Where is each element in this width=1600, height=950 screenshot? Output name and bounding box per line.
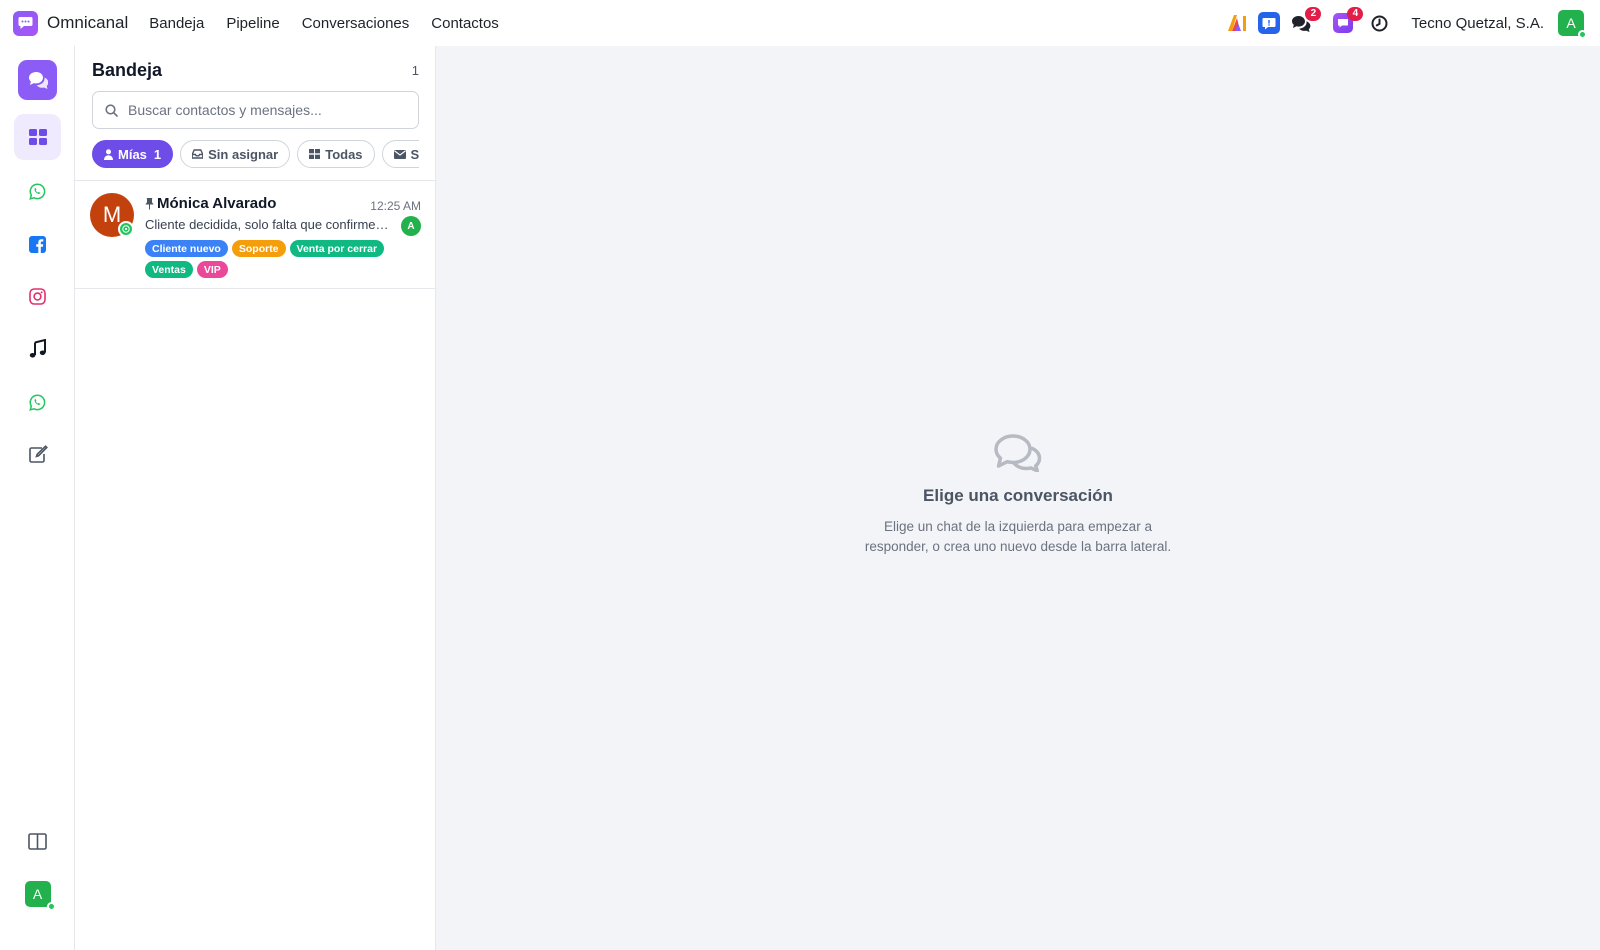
chats-badge: 2 (1305, 7, 1322, 21)
conversation-tags: Cliente nuevo Soporte Venta por cerrar V… (145, 240, 415, 282)
online-status-dot (1578, 30, 1587, 39)
assigned-agent-avatar: A (401, 216, 421, 236)
conversation-area: Elige una conversación Elige un chat de … (436, 46, 1600, 950)
dashboard-grid-icon (28, 129, 47, 145)
messenger-inbox-icon[interactable] (1258, 12, 1281, 34)
conversation-time: 12:25 AM (370, 199, 421, 213)
filter-all[interactable]: Todas (297, 140, 375, 168)
brand[interactable]: Omnicanal (13, 10, 129, 36)
whatsapp-icon (29, 182, 46, 200)
rail-facebook[interactable] (14, 221, 61, 267)
clock-icon[interactable] (1370, 14, 1388, 32)
instagram-icon (29, 287, 46, 305)
filter-mine-count: 1 (153, 146, 162, 162)
brand-name: Omnicanal (47, 13, 129, 32)
inbox-panel: Bandeja 1 Mías 1 Sin asignar Todas Sin l… (75, 46, 436, 950)
filter-unassigned[interactable]: Sin asignar (180, 140, 291, 168)
whatsapp-channel-icon (118, 221, 134, 237)
rail-new-conversation[interactable] (14, 431, 61, 477)
chats-icon[interactable]: 2 (1291, 7, 1322, 33)
rail-chat[interactable] (18, 60, 57, 100)
rail-toggle-panel[interactable] (14, 818, 61, 864)
rail-user-avatar[interactable]: A (14, 871, 61, 917)
user-avatar[interactable]: A (1558, 10, 1587, 39)
main-nav: Bandeja Pipeline Conversaciones Contacto… (149, 15, 521, 32)
rail-dashboard[interactable] (14, 114, 61, 160)
conversation-item[interactable]: M Mónica Alvarado 12:25 AM Cliente decid… (75, 181, 435, 289)
inbox-tray-icon (192, 149, 204, 159)
tag-ventas: Ventas (145, 261, 193, 278)
ai-assistant-icon[interactable] (1227, 13, 1247, 33)
search-box (92, 91, 419, 129)
search-input[interactable] (128, 102, 408, 118)
rail-whatsapp-2[interactable] (14, 379, 61, 425)
online-status-dot (46, 902, 56, 911)
filter-unread[interactable]: Sin leer (381, 140, 419, 168)
chat-bubble-logo-icon (13, 10, 38, 36)
filter-unread-label: Sin leer (410, 146, 419, 162)
nav-bandeja[interactable]: Bandeja (149, 15, 204, 32)
nav-contactos[interactable]: Contactos (431, 15, 499, 32)
channel-rail: A (0, 46, 75, 950)
empty-state: Elige una conversación Elige un chat de … (436, 434, 1600, 557)
messages-badge: 4 (1347, 7, 1364, 21)
top-navbar: Omnicanal Bandeja Pipeline Conversacione… (0, 0, 1600, 46)
empty-state-title: Elige una conversación (923, 486, 1113, 505)
split-view-icon (28, 832, 47, 850)
search-icon (105, 103, 118, 117)
user-avatar-initial: A (1566, 15, 1576, 31)
envelope-icon (393, 149, 406, 159)
tiktok-icon (29, 339, 46, 358)
company-name[interactable]: Tecno Quetzal, S.A. (1411, 15, 1544, 32)
inbox-title: Bandeja (92, 60, 163, 80)
pin-icon (145, 198, 154, 210)
conversation-bubbles-icon (994, 434, 1042, 472)
rail-avatar-initial: A (32, 886, 43, 902)
inbox-count: 1 (411, 63, 419, 78)
tag-soporte: Soporte (231, 240, 286, 257)
filter-all-label: Todas (325, 146, 363, 162)
compose-chat-icon (28, 72, 48, 89)
header-actions: 2 4 Tecno Quetzal, S.A. A (1227, 0, 1600, 46)
tag-vip: VIP (196, 261, 228, 278)
grid-icon (309, 149, 321, 159)
rail-instagram[interactable] (14, 273, 61, 319)
conversation-preview: Cliente decidida, solo falta que confirm… (145, 217, 391, 232)
nav-pipeline[interactable]: Pipeline (226, 15, 279, 32)
rail-whatsapp[interactable] (14, 168, 61, 214)
filter-mine-label: Mías (118, 146, 147, 162)
user-icon (104, 148, 113, 160)
contact-name: Mónica Alvarado (157, 195, 277, 212)
filter-chips: Mías 1 Sin asignar Todas Sin leer (92, 140, 419, 168)
contact-name-row: Mónica Alvarado (145, 195, 276, 212)
avatar: A (24, 881, 56, 911)
edit-note-icon (28, 445, 48, 463)
tag-cliente-nuevo: Cliente nuevo (145, 240, 228, 257)
filter-mine[interactable]: Mías 1 (92, 140, 174, 168)
tag-venta-por-cerrar: Venta por cerrar (289, 240, 385, 257)
nav-conversaciones[interactable]: Conversaciones (302, 15, 410, 32)
rail-tiktok[interactable] (14, 326, 61, 372)
team-messages-icon[interactable]: 4 (1333, 7, 1364, 33)
whatsapp-icon (29, 393, 46, 411)
empty-state-text: Elige un chat de la izquierda para empez… (864, 519, 1172, 554)
filter-unassigned-label: Sin asignar (208, 146, 279, 162)
facebook-icon (29, 235, 46, 253)
